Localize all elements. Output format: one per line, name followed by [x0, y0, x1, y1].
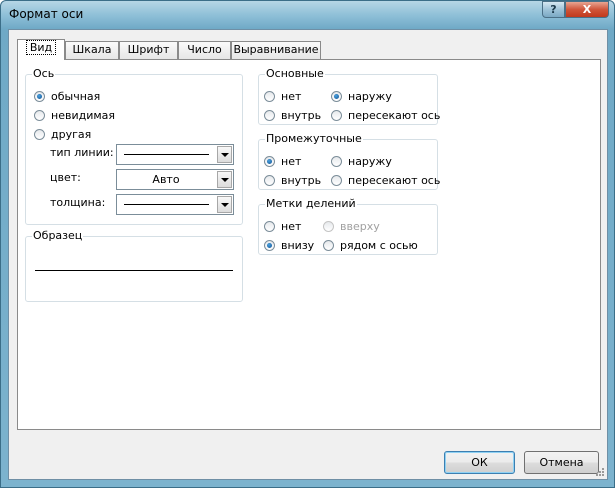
sample-line: [35, 270, 233, 271]
radio-icon: [323, 220, 334, 232]
tick-labels-bottom-radio[interactable]: внизу: [264, 238, 314, 252]
major-ticks-label: Основные: [265, 67, 325, 80]
resize-grip-icon[interactable]: [595, 467, 605, 477]
minor-cross-radio[interactable]: пересекают ось: [331, 173, 440, 187]
tick-labels-top-radio: вверху: [323, 219, 380, 233]
line-sample: [124, 154, 209, 155]
radio-checked-icon: [264, 155, 275, 167]
sample-group-label: Образец: [32, 229, 84, 242]
radio-icon: [264, 109, 275, 121]
radio-icon: [323, 239, 334, 251]
radio-icon: [34, 109, 45, 121]
axis-normal-radio[interactable]: обычная: [34, 89, 100, 103]
close-button[interactable]: X: [565, 1, 609, 18]
radio-icon: [34, 128, 45, 140]
major-inside-radio[interactable]: внутрь: [264, 108, 321, 122]
ok-button[interactable]: ОК: [444, 451, 515, 474]
axis-group: Ось обычная невидимая другая тип линии: …: [25, 67, 243, 225]
radio-icon: [331, 155, 342, 167]
minor-ticks-label: Промежуточные: [265, 132, 363, 145]
line-sample: [124, 204, 209, 205]
axis-invisible-radio[interactable]: невидимая: [34, 108, 115, 122]
chevron-down-icon[interactable]: [217, 171, 232, 188]
minor-ticks-group: Промежуточные нет наружу внутрь пересека…: [258, 132, 440, 190]
weight-combo[interactable]: [116, 194, 234, 215]
chevron-down-icon[interactable]: [217, 146, 232, 163]
radio-checked-icon: [331, 90, 342, 102]
window-title: Формат оси: [9, 7, 84, 21]
color-combo[interactable]: Авто: [116, 169, 234, 190]
major-ticks-group: Основные нет наружу внутрь пересекают ос…: [258, 67, 440, 125]
tab-number[interactable]: Число: [178, 41, 231, 59]
color-label: цвет:: [50, 171, 81, 184]
sample-group: Образец: [25, 229, 243, 302]
tick-labels-label: Метки делений: [265, 197, 357, 210]
axis-group-label: Ось: [32, 67, 56, 80]
tab-font[interactable]: Шрифт: [119, 41, 178, 59]
minor-inside-radio[interactable]: внутрь: [264, 173, 321, 187]
radio-icon: [331, 109, 342, 121]
tab-scale[interactable]: Шкала: [65, 41, 119, 59]
tab-panel-view: Ось обычная невидимая другая тип линии: …: [17, 59, 601, 430]
tick-labels-group: Метки делений нет вверху внизу рядом с о…: [258, 197, 438, 255]
help-button[interactable]: ?: [542, 1, 565, 18]
radio-checked-icon: [264, 239, 275, 251]
tick-labels-next-to-axis-radio[interactable]: рядом с осью: [323, 238, 418, 252]
dialog-window: Формат оси ? X Вид Шкала Шрифт Число Выр…: [0, 0, 615, 488]
radio-icon: [264, 174, 275, 186]
minor-outside-radio[interactable]: наружу: [331, 154, 392, 168]
major-outside-radio[interactable]: наружу: [331, 89, 392, 103]
tab-alignment[interactable]: Выравнивание: [231, 41, 321, 59]
major-cross-radio[interactable]: пересекают ось: [331, 108, 440, 122]
major-none-radio[interactable]: нет: [264, 89, 301, 103]
cancel-button[interactable]: Отмена: [524, 451, 599, 474]
axis-custom-radio[interactable]: другая: [34, 127, 91, 141]
line-type-label: тип линии:: [50, 146, 114, 159]
radio-checked-icon: [34, 90, 45, 102]
chevron-down-icon[interactable]: [217, 196, 232, 213]
weight-label: толщина:: [50, 196, 106, 209]
radio-icon: [331, 174, 342, 186]
tab-view[interactable]: Вид: [17, 39, 65, 60]
radio-icon: [264, 90, 275, 102]
color-value: Авто: [152, 173, 180, 186]
line-type-combo[interactable]: [116, 144, 234, 165]
title-bar[interactable]: Формат оси ? X: [1, 1, 614, 29]
minor-none-radio[interactable]: нет: [264, 154, 301, 168]
dialog-body: Вид Шкала Шрифт Число Выравнивание Ось о…: [8, 29, 608, 480]
tick-labels-none-radio[interactable]: нет: [264, 219, 301, 233]
radio-icon: [264, 220, 275, 232]
